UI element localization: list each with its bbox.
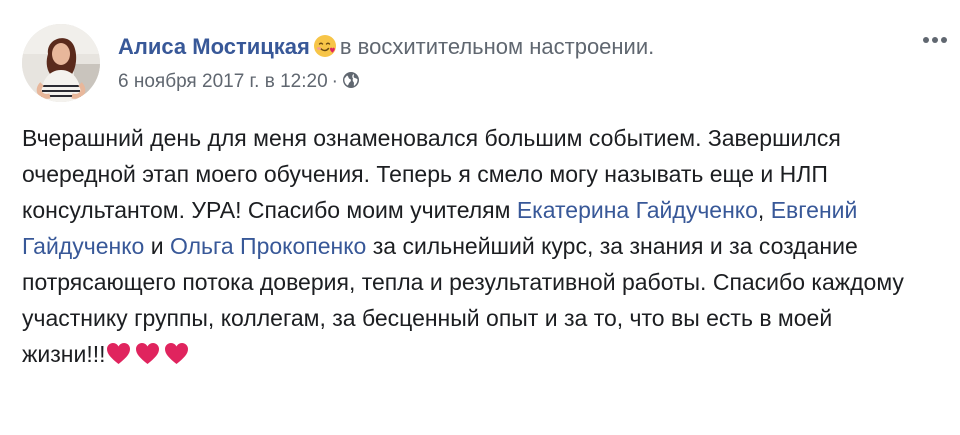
separator: · — [331, 71, 338, 92]
mention-ekaterina-gaiduchenko[interactable]: Екатерина Гайдученко — [517, 197, 758, 223]
more-options-button[interactable] — [918, 28, 952, 52]
red-heart-icon — [135, 339, 160, 364]
more-options-icon — [923, 37, 947, 43]
facebook-post: Алиса Мостицкая в восхитительном настрое… — [0, 0, 960, 435]
author-name[interactable]: Алиса Мостицкая — [118, 34, 310, 59]
globe-icon[interactable] — [342, 70, 360, 88]
red-heart-icon — [106, 339, 131, 364]
post-text-segment: , — [757, 197, 771, 223]
feeling-text: в восхитительном настроении. — [339, 34, 655, 59]
post-text: Вчерашний день для меня ознаменовался бо… — [22, 120, 922, 372]
timestamp[interactable]: 6 ноября 2017 г. в 12:20 — [118, 71, 328, 92]
avatar[interactable] — [22, 24, 100, 102]
mention-olga-prokopenko[interactable]: Ольга Прокопенко — [170, 233, 366, 259]
red-heart-icon — [164, 339, 189, 364]
post-body: Вчерашний день для меня ознаменовался бо… — [22, 120, 922, 372]
post-meta: 6 ноября 2017 г. в 12:20 · — [118, 68, 360, 96]
post-header: Алиса Мостицкая в восхитительном настрое… — [118, 32, 654, 62]
smiling-face-with-hearts-icon — [313, 34, 337, 58]
avatar-photo — [22, 24, 100, 102]
post-text-segment: и — [144, 233, 170, 259]
